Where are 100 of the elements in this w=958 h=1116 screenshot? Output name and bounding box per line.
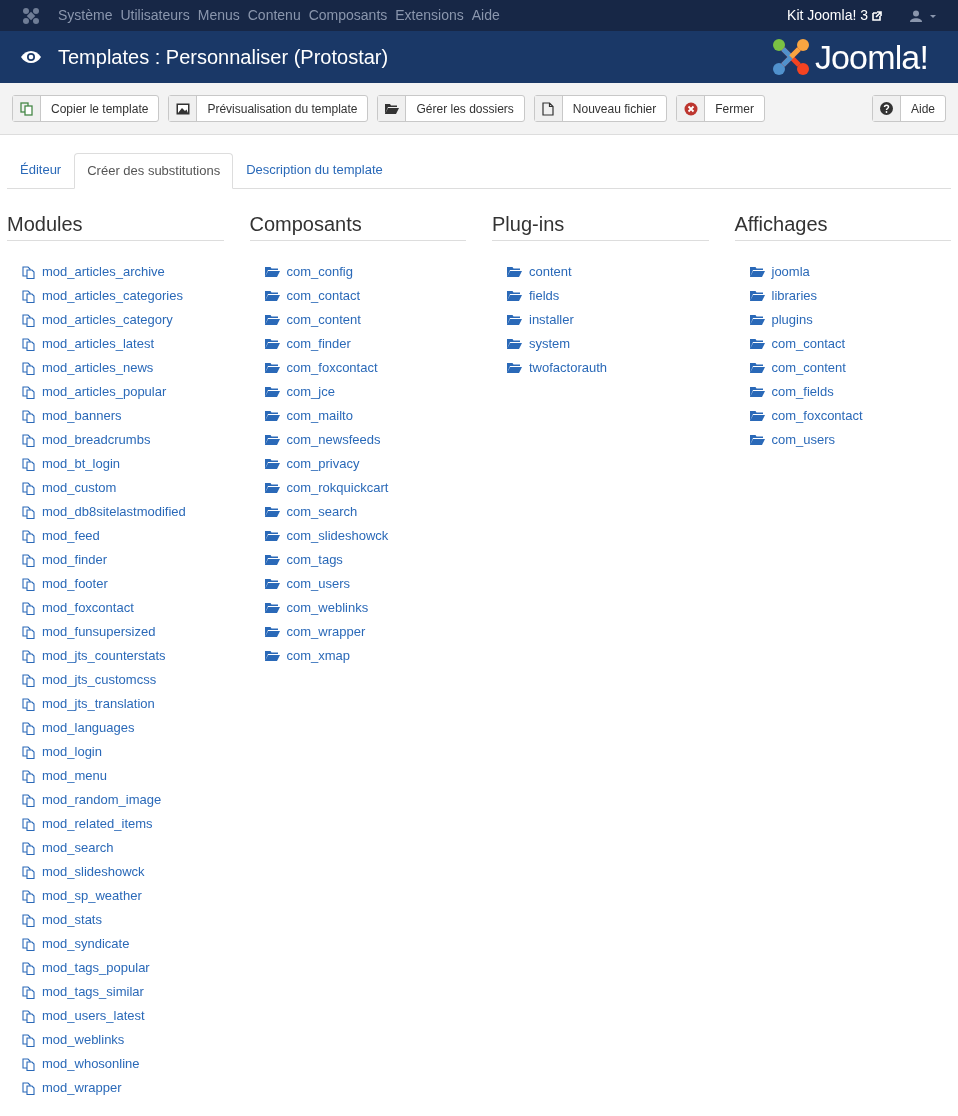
item-link[interactable]: installer	[529, 310, 574, 330]
toolbar-button[interactable]: Gérer les dossiers	[377, 95, 525, 122]
tab[interactable]: Créer des substitutions	[74, 153, 234, 189]
item-link[interactable]: twofactorauth	[529, 358, 608, 378]
item-link[interactable]: system	[529, 334, 571, 354]
item-link[interactable]: mod_syndicate	[42, 934, 130, 954]
item-link[interactable]: com_weblinks	[286, 598, 369, 618]
item-link[interactable]: mod_breadcrumbs	[42, 430, 151, 450]
item-link[interactable]: com_search	[286, 502, 358, 522]
item-link[interactable]: mod_login	[42, 742, 102, 762]
folder-icon	[264, 530, 280, 542]
item-link[interactable]: mod_languages	[42, 718, 135, 738]
item-link[interactable]: mod_jts_customcss	[42, 670, 157, 690]
folder-icon	[749, 338, 765, 350]
file-icon	[22, 673, 35, 687]
user-icon[interactable]	[910, 9, 936, 22]
eye-icon	[20, 50, 42, 64]
menu-item[interactable]: Aide	[471, 5, 500, 26]
item-link[interactable]: mod_jts_counterstats	[42, 646, 166, 666]
item-link[interactable]: mod_wrapper	[42, 1078, 122, 1098]
file-icon	[22, 985, 35, 999]
site-link[interactable]: Kit Joomla! 3	[787, 5, 882, 26]
item-link[interactable]: com_content	[286, 310, 361, 330]
item-link[interactable]: mod_articles_category	[42, 310, 173, 330]
file-icon	[22, 841, 35, 855]
item-link[interactable]: com_jce	[286, 382, 335, 402]
menu-item[interactable]: Extensions	[395, 5, 464, 26]
item-link[interactable]: com_content	[771, 358, 846, 378]
toolbar-button[interactable]: Aide	[871, 95, 946, 122]
item-link[interactable]: com_rokquickcart	[286, 478, 389, 498]
logo-text: Joomla!	[814, 40, 928, 74]
item-link[interactable]: mod_related_items	[42, 814, 153, 834]
item-link[interactable]: com_tags	[286, 550, 343, 570]
item-link[interactable]: mod_menu	[42, 766, 108, 786]
item-link[interactable]: mod_search	[42, 838, 114, 858]
item-link[interactable]: com_contact	[771, 334, 846, 354]
menu-item[interactable]: Contenu	[247, 5, 301, 26]
item-link[interactable]: mod_bt_login	[42, 454, 121, 474]
item-link[interactable]: mod_footer	[42, 574, 108, 594]
item-link[interactable]: mod_db8sitelastmodified	[42, 502, 186, 522]
toolbar-button[interactable]: Fermer	[676, 95, 765, 122]
item-link[interactable]: libraries	[771, 286, 817, 306]
item-link[interactable]: mod_funsupersized	[42, 622, 156, 642]
item-link[interactable]: mod_foxcontact	[42, 598, 134, 618]
item-link[interactable]: content	[529, 262, 572, 282]
toolbar-button[interactable]: Prévisualisation du template	[168, 95, 369, 122]
item-link[interactable]: com_xmap	[286, 646, 351, 666]
item-link[interactable]: mod_articles_categories	[42, 286, 183, 306]
item-link[interactable]: plugins	[771, 310, 813, 330]
item-link[interactable]: mod_jts_translation	[42, 694, 155, 714]
item-link[interactable]: mod_articles_latest	[42, 334, 154, 354]
item-link[interactable]: mod_custom	[42, 478, 117, 498]
item-link[interactable]: mod_tags_popular	[42, 958, 150, 978]
item-link[interactable]: com_foxcontact	[286, 358, 378, 378]
item-link[interactable]: com_contact	[286, 286, 361, 306]
folder-icon	[264, 386, 280, 398]
item-link[interactable]: com_newsfeeds	[286, 430, 381, 450]
item-link[interactable]: com_privacy	[286, 454, 360, 474]
file-icon	[22, 865, 35, 879]
item-link[interactable]: mod_slideshowck	[42, 862, 145, 882]
item-link[interactable]: com_finder	[286, 334, 351, 354]
item-link[interactable]: com_slideshowck	[286, 526, 389, 546]
item-link[interactable]: com_config	[286, 262, 353, 282]
menu-item[interactable]: Utilisateurs	[120, 5, 190, 26]
item-link[interactable]: joomla	[771, 262, 810, 282]
folder-icon	[749, 266, 765, 278]
item-link[interactable]: com_mailto	[286, 406, 353, 426]
item-link[interactable]: mod_whosonline	[42, 1054, 140, 1074]
item-link[interactable]: com_fields	[771, 382, 834, 402]
item-link[interactable]: mod_tags_similar	[42, 982, 144, 1002]
folder-icon	[507, 266, 522, 278]
joomla-icon[interactable]	[22, 6, 40, 25]
toolbar-button[interactable]: Nouveau fichier	[533, 95, 668, 122]
menu-item[interactable]: Système	[58, 5, 113, 26]
file-icon	[22, 505, 35, 519]
item-link[interactable]: com_users	[771, 430, 836, 450]
item-link[interactable]: mod_articles_news	[42, 358, 154, 378]
item-link[interactable]: mod_finder	[42, 550, 108, 570]
item-link[interactable]: com_foxcontact	[771, 406, 863, 426]
item-link[interactable]: mod_articles_archive	[42, 262, 165, 282]
item-link[interactable]: mod_weblinks	[42, 1030, 125, 1050]
menu-item[interactable]: Menus	[197, 5, 240, 26]
item-link[interactable]: mod_stats	[42, 910, 102, 930]
folder-icon	[264, 338, 280, 350]
toolbar-button[interactable]: Copier le template	[12, 95, 160, 122]
item-link[interactable]: mod_sp_weather	[42, 886, 142, 906]
tab[interactable]: Description du template	[233, 152, 396, 188]
file-icon	[22, 433, 35, 447]
item-link[interactable]: com_wrapper	[286, 622, 366, 642]
item-link[interactable]: mod_random_image	[42, 790, 162, 810]
item-link[interactable]: mod_articles_popular	[42, 382, 167, 402]
item-link[interactable]: mod_feed	[42, 526, 100, 546]
tab[interactable]: Éditeur	[7, 152, 75, 188]
item-link[interactable]: mod_banners	[42, 406, 122, 426]
menu-item[interactable]: Composants	[308, 5, 388, 26]
file-icon	[22, 889, 35, 903]
item-link[interactable]: com_users	[286, 574, 351, 594]
file-icon	[22, 769, 35, 783]
item-link[interactable]: fields	[529, 286, 560, 306]
item-link[interactable]: mod_users_latest	[42, 1006, 145, 1026]
